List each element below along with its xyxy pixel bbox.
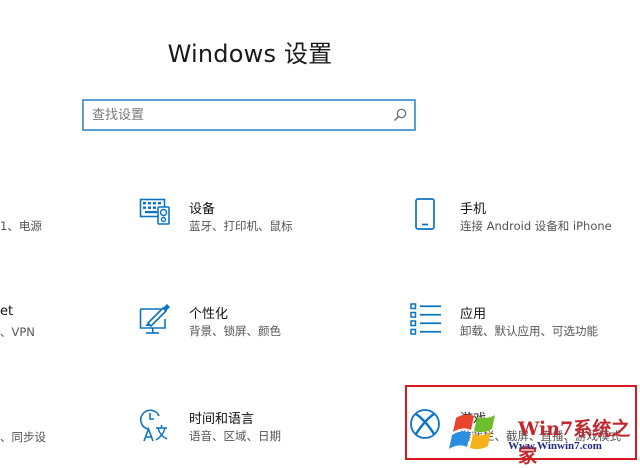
tile-phone-title: 手机 [460, 202, 487, 217]
search-icon[interactable] [392, 107, 408, 123]
page-title: Windows 设置 [167, 40, 333, 68]
tile-partial-network-title: et [0, 304, 14, 319]
tile-devices-desc: 蓝牙、打印机、鼠标 [189, 219, 293, 233]
tile-time-language-desc: 语音、区域、日期 [189, 429, 281, 443]
personalization-icon [139, 304, 170, 334]
watermark: Win7系统之家 Www.Winwin7.com [448, 404, 638, 467]
tile-devices-title: 设备 [189, 202, 216, 217]
apps-icon [410, 303, 441, 335]
tile-partial-network-desc: 、VPN [0, 325, 35, 339]
tile-personalization-title: 个性化 [189, 307, 229, 322]
phone-icon [415, 198, 435, 230]
time-language-icon [140, 409, 168, 442]
devices-icon [139, 198, 170, 225]
tile-personalization-desc: 背景、锁屏、颜色 [189, 324, 281, 338]
tile-time-language-title: 时间和语言 [189, 412, 255, 427]
windows-logo-icon [449, 414, 495, 450]
tile-apps-desc: 卸载、默认应用、可选功能 [460, 324, 598, 338]
watermark-url: Www.Winwin7.com [508, 440, 602, 452]
tile-apps-title: 应用 [460, 307, 487, 322]
tile-partial-system-desc: 1、电源 [0, 219, 42, 233]
tile-partial-accounts-desc: 、同步设 [0, 430, 46, 444]
search-input[interactable] [92, 105, 382, 125]
search-box[interactable] [82, 99, 416, 131]
tile-phone-desc: 连接 Android 设备和 iPhone [460, 219, 612, 233]
